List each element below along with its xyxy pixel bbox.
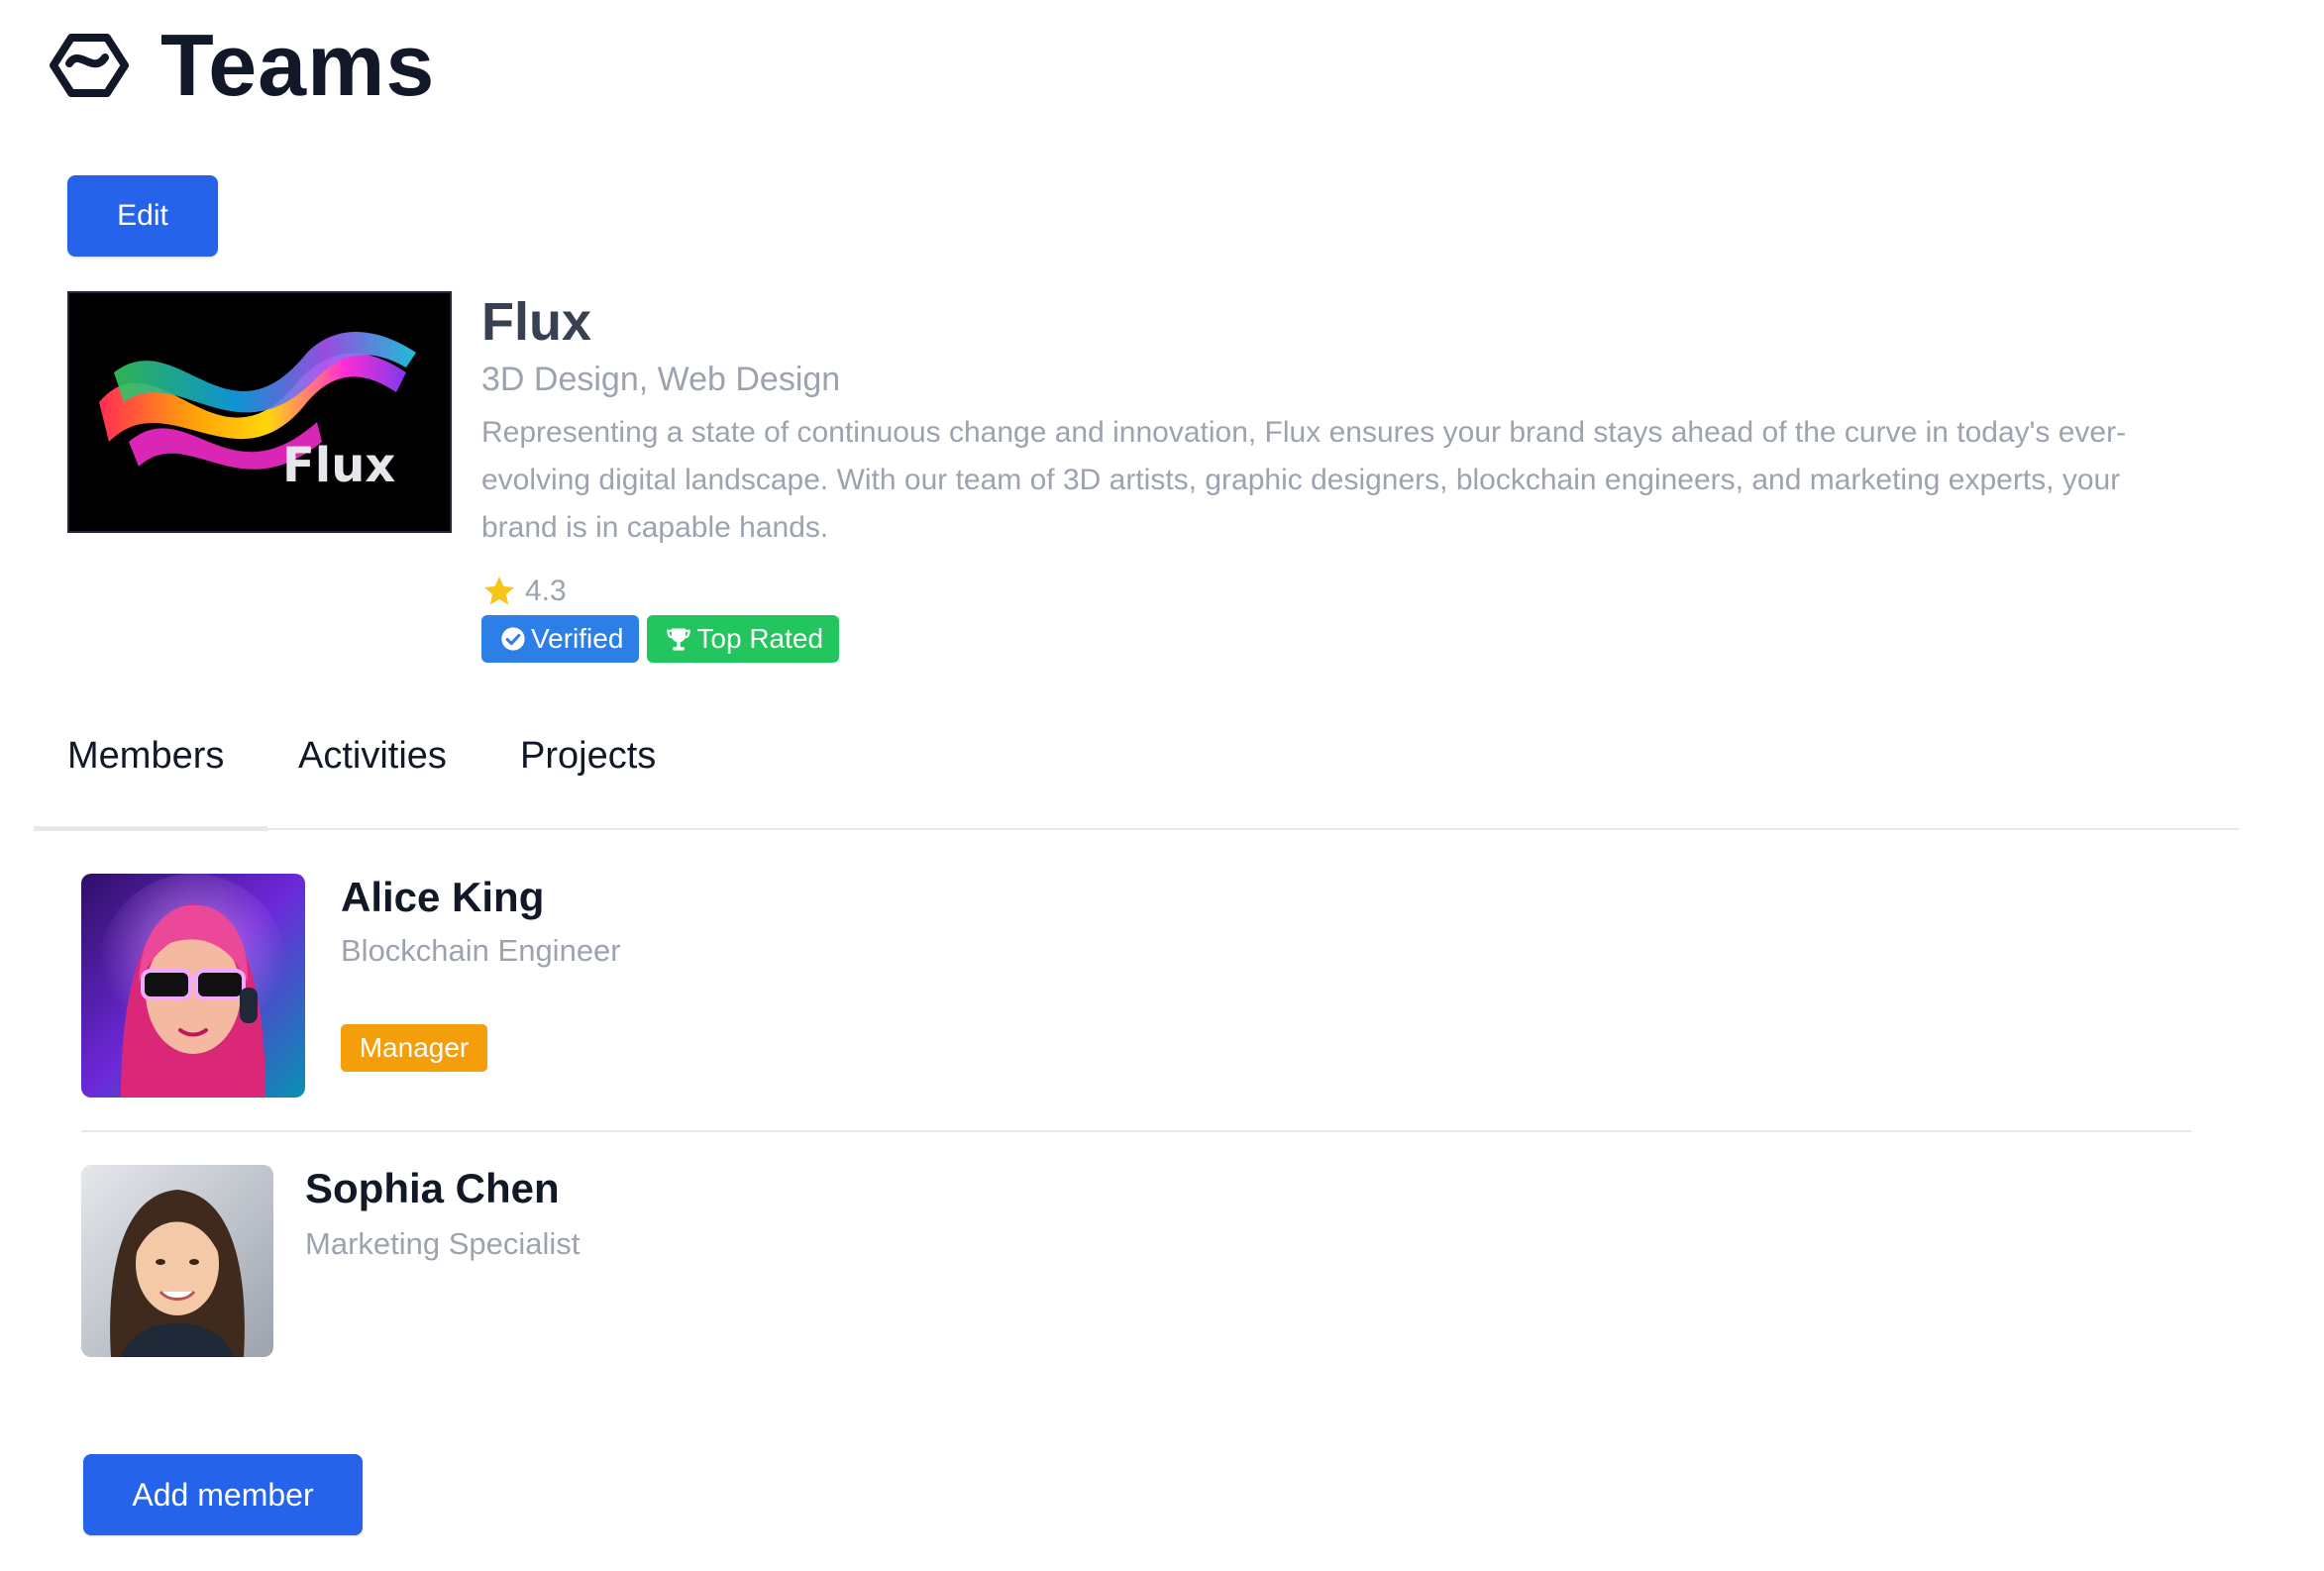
top-rated-badge: Top Rated — [647, 615, 840, 664]
avatar — [81, 1165, 273, 1357]
verified-badge-label: Verified — [531, 623, 624, 655]
add-member-button[interactable]: Add member — [83, 1454, 363, 1535]
member-role: Marketing Specialist — [305, 1226, 581, 1261]
member-name: Alice King — [341, 874, 545, 920]
team-info: Flux 3D Design, Web Design Representing … — [481, 287, 2166, 664]
tab-activities[interactable]: Activities — [298, 735, 447, 778]
edit-button[interactable]: Edit — [67, 175, 218, 257]
hexagon-logo-icon — [50, 34, 129, 97]
member-name: Sophia Chen — [305, 1165, 560, 1211]
page-header: Teams — [48, 22, 435, 109]
team-name: Flux — [481, 292, 592, 352]
page-title: Teams — [160, 16, 436, 114]
member-list-item[interactable]: Alice King Blockchain Engineer Manager — [81, 874, 2191, 1098]
team-description: Representing a state of continuous chang… — [481, 416, 2127, 545]
tab-projects[interactable]: Projects — [520, 735, 656, 778]
verified-badge: Verified — [481, 615, 640, 664]
avatar — [81, 874, 305, 1098]
team-logo-image: Flux — [67, 291, 452, 533]
member-list-item[interactable]: Sophia Chen Marketing Specialist — [81, 1165, 2191, 1357]
trophy-icon — [667, 628, 691, 651]
tab-members[interactable]: Members — [67, 735, 224, 778]
team-categories: 3D Design, Web Design — [481, 361, 841, 399]
star-icon — [484, 576, 514, 605]
top-rated-badge-label: Top Rated — [696, 623, 824, 655]
active-tab-indicator — [34, 826, 267, 831]
manager-badge: Manager — [341, 1024, 487, 1072]
member-divider — [81, 1130, 2191, 1132]
rating: 4.3 — [481, 572, 2166, 611]
flux-logo-artwork: Flux — [99, 332, 416, 493]
badge-list: Verified Top Rated — [481, 615, 2166, 664]
tab-bar: Members Activities Projects — [34, 721, 2239, 831]
member-role: Blockchain Engineer — [341, 933, 621, 968]
check-circle-icon — [501, 627, 525, 651]
rating-value: 4.3 — [525, 575, 567, 608]
logo-text: Flux — [282, 438, 395, 493]
